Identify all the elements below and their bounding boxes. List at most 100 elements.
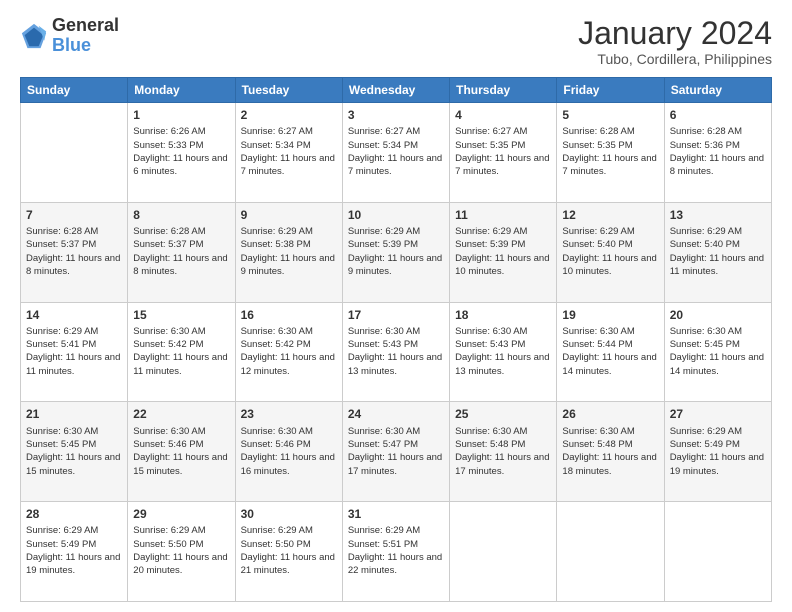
day-number: 23 <box>241 406 337 422</box>
calendar-cell: 31 Sunrise: 6:29 AM Sunset: 5:51 PM Dayli… <box>342 502 449 602</box>
header: General Blue January 2024 Tubo, Cordille… <box>20 16 772 67</box>
day-number: 14 <box>26 307 122 323</box>
day-detail: Sunrise: 6:29 AM Sunset: 5:49 PM Dayligh… <box>26 524 122 577</box>
calendar-cell: 1Sunrise: 6:26 AM Sunset: 5:33 PM Daylig… <box>128 103 235 203</box>
day-detail: Sunrise: 6:29 AM Sunset: 5:49 PM Dayligh… <box>670 425 766 478</box>
day-detail: Sunrise: 6:29 AM Sunset: 5:50 PM Dayligh… <box>241 524 337 577</box>
day-number: 26 <box>562 406 658 422</box>
day-number: 19 <box>562 307 658 323</box>
calendar-header-friday: Friday <box>557 78 664 103</box>
day-detail: Sunrise: 6:29 AM Sunset: 5:51 PM Dayligh… <box>348 524 444 577</box>
day-number: 31 <box>348 506 444 522</box>
calendar-cell: 9Sunrise: 6:29 AM Sunset: 5:38 PM Daylig… <box>235 202 342 302</box>
day-number: 11 <box>455 207 551 223</box>
day-detail: Sunrise: 6:27 AM Sunset: 5:34 PM Dayligh… <box>241 125 337 178</box>
calendar-header-sunday: Sunday <box>21 78 128 103</box>
calendar-week-row: 14 Sunrise: 6:29 AM Sunset: 5:41 PM Dayli… <box>21 302 772 402</box>
day-number: 1 <box>133 107 229 123</box>
calendar-cell: 28 Sunrise: 6:29 AM Sunset: 5:49 PM Dayli… <box>21 502 128 602</box>
calendar-header-wednesday: Wednesday <box>342 78 449 103</box>
day-detail: Sunrise: 6:28 AM Sunset: 5:37 PM Dayligh… <box>26 225 122 278</box>
day-number: 17 <box>348 307 444 323</box>
calendar-cell: 16 Sunrise: 6:30 AM Sunset: 5:42 PM Dayli… <box>235 302 342 402</box>
calendar-header-tuesday: Tuesday <box>235 78 342 103</box>
day-detail: Sunrise: 6:30 AM Sunset: 5:42 PM Dayligh… <box>133 325 229 378</box>
day-number: 16 <box>241 307 337 323</box>
logo-text: General Blue <box>52 16 119 56</box>
main-title: January 2024 <box>578 16 772 51</box>
calendar-table: SundayMondayTuesdayWednesdayThursdayFrid… <box>20 77 772 602</box>
title-block: January 2024 Tubo, Cordillera, Philippin… <box>578 16 772 67</box>
day-number: 8 <box>133 207 229 223</box>
calendar-cell: 27 Sunrise: 6:29 AM Sunset: 5:49 PM Dayli… <box>664 402 771 502</box>
calendar-header-thursday: Thursday <box>450 78 557 103</box>
calendar-cell: 22Sunrise: 6:30 AM Sunset: 5:46 PM Dayli… <box>128 402 235 502</box>
calendar-cell: 30 Sunrise: 6:29 AM Sunset: 5:50 PM Dayli… <box>235 502 342 602</box>
calendar-cell: 25 Sunrise: 6:30 AM Sunset: 5:48 PM Dayli… <box>450 402 557 502</box>
calendar-cell: 11 Sunrise: 6:29 AM Sunset: 5:39 PM Dayli… <box>450 202 557 302</box>
calendar-cell: 19 Sunrise: 6:30 AM Sunset: 5:44 PM Dayli… <box>557 302 664 402</box>
calendar-cell: 2 Sunrise: 6:27 AM Sunset: 5:34 PM Daylig… <box>235 103 342 203</box>
calendar-cell: 10 Sunrise: 6:29 AM Sunset: 5:39 PM Dayli… <box>342 202 449 302</box>
day-number: 5 <box>562 107 658 123</box>
calendar-week-row: 28 Sunrise: 6:29 AM Sunset: 5:49 PM Dayli… <box>21 502 772 602</box>
day-detail: Sunrise: 6:30 AM Sunset: 5:44 PM Dayligh… <box>562 325 658 378</box>
day-number: 20 <box>670 307 766 323</box>
calendar-cell: 5Sunrise: 6:28 AM Sunset: 5:35 PM Daylig… <box>557 103 664 203</box>
day-number: 30 <box>241 506 337 522</box>
calendar-cell: 17 Sunrise: 6:30 AM Sunset: 5:43 PM Dayli… <box>342 302 449 402</box>
day-number: 25 <box>455 406 551 422</box>
day-detail: Sunrise: 6:29 AM Sunset: 5:41 PM Dayligh… <box>26 325 122 378</box>
calendar-cell <box>557 502 664 602</box>
day-number: 22 <box>133 406 229 422</box>
day-number: 6 <box>670 107 766 123</box>
calendar-cell: 26 Sunrise: 6:30 AM Sunset: 5:48 PM Dayli… <box>557 402 664 502</box>
day-detail: Sunrise: 6:28 AM Sunset: 5:36 PM Dayligh… <box>670 125 766 178</box>
day-detail: Sunrise: 6:30 AM Sunset: 5:43 PM Dayligh… <box>348 325 444 378</box>
logo: General Blue <box>20 16 119 56</box>
day-detail: Sunrise: 6:29 AM Sunset: 5:39 PM Dayligh… <box>455 225 551 278</box>
calendar-week-row: 1Sunrise: 6:26 AM Sunset: 5:33 PM Daylig… <box>21 103 772 203</box>
day-detail: Sunrise: 6:30 AM Sunset: 5:48 PM Dayligh… <box>455 425 551 478</box>
day-number: 7 <box>26 207 122 223</box>
day-detail: Sunrise: 6:30 AM Sunset: 5:43 PM Dayligh… <box>455 325 551 378</box>
day-number: 28 <box>26 506 122 522</box>
calendar-header-saturday: Saturday <box>664 78 771 103</box>
day-number: 10 <box>348 207 444 223</box>
day-detail: Sunrise: 6:27 AM Sunset: 5:34 PM Dayligh… <box>348 125 444 178</box>
calendar-cell: 4 Sunrise: 6:27 AM Sunset: 5:35 PM Daylig… <box>450 103 557 203</box>
calendar-cell: 12 Sunrise: 6:29 AM Sunset: 5:40 PM Dayli… <box>557 202 664 302</box>
day-detail: Sunrise: 6:30 AM Sunset: 5:48 PM Dayligh… <box>562 425 658 478</box>
day-detail: Sunrise: 6:29 AM Sunset: 5:39 PM Dayligh… <box>348 225 444 278</box>
calendar-cell <box>21 103 128 203</box>
day-number: 4 <box>455 107 551 123</box>
day-detail: Sunrise: 6:29 AM Sunset: 5:38 PM Dayligh… <box>241 225 337 278</box>
day-number: 15 <box>133 307 229 323</box>
calendar-cell: 8Sunrise: 6:28 AM Sunset: 5:37 PM Daylig… <box>128 202 235 302</box>
calendar-cell: 21Sunrise: 6:30 AM Sunset: 5:45 PM Dayli… <box>21 402 128 502</box>
calendar-cell: 24Sunrise: 6:30 AM Sunset: 5:47 PM Dayli… <box>342 402 449 502</box>
day-detail: Sunrise: 6:30 AM Sunset: 5:42 PM Dayligh… <box>241 325 337 378</box>
calendar-cell: 20Sunrise: 6:30 AM Sunset: 5:45 PM Dayli… <box>664 302 771 402</box>
calendar-cell: 14 Sunrise: 6:29 AM Sunset: 5:41 PM Dayli… <box>21 302 128 402</box>
day-detail: Sunrise: 6:30 AM Sunset: 5:46 PM Dayligh… <box>241 425 337 478</box>
calendar-cell: 13Sunrise: 6:29 AM Sunset: 5:40 PM Dayli… <box>664 202 771 302</box>
day-detail: Sunrise: 6:29 AM Sunset: 5:40 PM Dayligh… <box>562 225 658 278</box>
calendar-cell: 3 Sunrise: 6:27 AM Sunset: 5:34 PM Daylig… <box>342 103 449 203</box>
calendar-cell: 7 Sunrise: 6:28 AM Sunset: 5:37 PM Daylig… <box>21 202 128 302</box>
calendar-header-monday: Monday <box>128 78 235 103</box>
day-number: 13 <box>670 207 766 223</box>
calendar-cell: 15 Sunrise: 6:30 AM Sunset: 5:42 PM Dayli… <box>128 302 235 402</box>
logo-icon <box>20 22 48 50</box>
calendar-cell: 29Sunrise: 6:29 AM Sunset: 5:50 PM Dayli… <box>128 502 235 602</box>
calendar-week-row: 7 Sunrise: 6:28 AM Sunset: 5:37 PM Daylig… <box>21 202 772 302</box>
calendar-week-row: 21Sunrise: 6:30 AM Sunset: 5:45 PM Dayli… <box>21 402 772 502</box>
calendar-cell: 6 Sunrise: 6:28 AM Sunset: 5:36 PM Daylig… <box>664 103 771 203</box>
calendar-cell <box>664 502 771 602</box>
day-number: 2 <box>241 107 337 123</box>
day-number: 27 <box>670 406 766 422</box>
day-number: 12 <box>562 207 658 223</box>
day-detail: Sunrise: 6:27 AM Sunset: 5:35 PM Dayligh… <box>455 125 551 178</box>
calendar-cell: 18Sunrise: 6:30 AM Sunset: 5:43 PM Dayli… <box>450 302 557 402</box>
day-number: 3 <box>348 107 444 123</box>
